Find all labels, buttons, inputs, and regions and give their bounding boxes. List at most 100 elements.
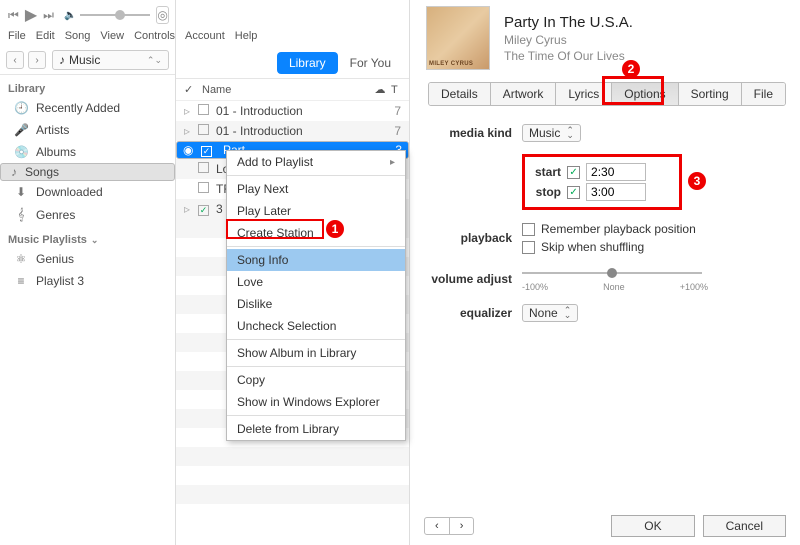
list-header: ✓ Name ☁ T — [176, 79, 409, 101]
left-sidebar-region: ⏮ ▶ ⏭ 🔈 ◎ File Edit Song View Controls A… — [0, 0, 176, 545]
annotation-badge-2: 2 — [622, 60, 640, 78]
sidebar-item-label: Downloaded — [36, 185, 103, 199]
skip-shuffling-checkbox[interactable] — [522, 241, 535, 254]
label-volume-adjust: volume adjust — [424, 272, 512, 286]
track-checkbox[interactable] — [198, 124, 209, 135]
sidebar-item-label: Artists — [36, 123, 69, 137]
header-name[interactable]: Name — [202, 84, 369, 96]
media-kind-select[interactable]: Music⌃⌄ — [522, 124, 581, 142]
chevron-down-icon: ⌄ — [91, 235, 99, 246]
disclosure-icon: ▹ — [184, 202, 198, 216]
start-time-input[interactable] — [586, 163, 646, 181]
sidebar-item-songs[interactable]: ♪Songs — [0, 163, 175, 181]
player-controls: ⏮ ▶ ⏭ 🔈 ◎ — [0, 0, 175, 28]
equalizer-select[interactable]: None⌃⌄ — [522, 304, 578, 322]
sidebar-item-recently-added[interactable]: 🕘 Recently Added — [0, 97, 175, 119]
ctx-add-to-playlist[interactable]: Add to Playlist▸ — [227, 151, 405, 173]
annotation-badge-1: 1 — [326, 220, 344, 238]
genius-icon: ⚛ — [14, 252, 28, 266]
track-row[interactable]: ▹01 - Introduction7 — [176, 121, 409, 141]
tab-details[interactable]: Details — [429, 83, 491, 105]
note-icon: ♪ — [7, 165, 21, 179]
header-check-icon[interactable]: ✓ — [184, 83, 202, 96]
info-tabs: Details Artwork Lyrics Options Sorting F… — [428, 82, 786, 106]
track-name: 01 - Introduction — [216, 124, 391, 138]
info-prev-button[interactable]: ‹ — [425, 518, 450, 534]
now-playing-icon: ◉ — [183, 143, 197, 157]
ctx-uncheck-selection[interactable]: Uncheck Selection — [227, 315, 405, 337]
start-checkbox[interactable]: ✓ — [567, 166, 580, 179]
sidebar-item-downloaded[interactable]: ⬇ Downloaded — [0, 181, 175, 203]
label-equalizer: equalizer — [424, 306, 512, 320]
track-checkbox[interactable] — [198, 182, 209, 193]
sidebar-section-playlists[interactable]: Music Playlists⌄ — [0, 226, 175, 248]
tab-file[interactable]: File — [742, 83, 785, 105]
annotation-highlight-3: start ✓ stop ✓ — [522, 154, 682, 210]
ctx-song-info[interactable]: Song Info — [227, 249, 405, 271]
clock-icon: 🕘 — [14, 101, 28, 115]
label-skip-shuffling: Skip when shuffling — [541, 240, 644, 254]
ctx-show-in-explorer[interactable]: Show in Windows Explorer — [227, 391, 405, 413]
track-checkbox[interactable] — [198, 104, 209, 115]
download-icon: ⬇ — [14, 185, 28, 199]
sidebar-item-playlist3[interactable]: ≡Playlist 3 — [0, 270, 175, 292]
music-note-icon: ♪ — [59, 53, 65, 67]
header-time[interactable]: T — [391, 84, 401, 96]
cancel-button[interactable]: Cancel — [703, 515, 786, 537]
track-row[interactable]: ▹01 - Introduction7 — [176, 101, 409, 121]
track-name: 01 - Introduction — [216, 104, 391, 118]
sidebar-item-artists[interactable]: 🎤Artists — [0, 119, 175, 141]
stop-time-input[interactable] — [586, 183, 646, 201]
sidebar-item-label: Genres — [36, 208, 75, 222]
ctx-love[interactable]: Love — [227, 271, 405, 293]
volume-adjust-slider[interactable] — [522, 272, 702, 274]
ctx-copy[interactable]: Copy — [227, 369, 405, 391]
source-selector[interactable]: ♪ Music ⌃⌄ — [52, 50, 169, 70]
sidebar-item-genres[interactable]: 𝄞Genres — [0, 203, 175, 226]
ctx-delete-from-library[interactable]: Delete from Library — [227, 418, 405, 440]
ctx-show-album[interactable]: Show Album in Library — [227, 342, 405, 364]
tab-sorting[interactable]: Sorting — [679, 83, 742, 105]
label-stop: stop — [529, 185, 561, 199]
menu-song[interactable]: Song — [65, 30, 91, 42]
volume-slider[interactable] — [80, 14, 150, 16]
ctx-play-next[interactable]: Play Next — [227, 178, 405, 200]
menu-view[interactable]: View — [100, 30, 124, 42]
sidebar-item-label: Recently Added — [36, 101, 120, 115]
list-icon: ≡ — [14, 274, 28, 288]
sidebar-item-albums[interactable]: 💿Albums — [0, 141, 175, 163]
airplay-icon[interactable]: ◎ — [156, 6, 168, 24]
remember-position-checkbox[interactable] — [522, 223, 535, 236]
menu-file[interactable]: File — [8, 30, 26, 42]
tab-for-you[interactable]: For You — [338, 52, 403, 74]
nav-back-button[interactable]: ‹ — [6, 51, 24, 69]
disclosure-icon: ▹ — [184, 124, 198, 138]
ctx-dislike[interactable]: Dislike — [227, 293, 405, 315]
track-checkbox[interactable]: ✓ — [198, 205, 209, 216]
play-button[interactable]: ▶ — [25, 6, 37, 24]
tab-options[interactable]: Options — [612, 83, 678, 105]
chevron-updown-icon: ⌃⌄ — [147, 55, 162, 66]
menu-bar: File Edit Song View Controls Account Hel… — [0, 28, 175, 46]
menu-edit[interactable]: Edit — [36, 30, 55, 42]
tab-lyrics[interactable]: Lyrics — [556, 83, 612, 105]
prev-button[interactable]: ⏮ — [8, 6, 19, 24]
song-list-region: Library For You ✓ Name ☁ T ▹01 - Introdu… — [176, 0, 410, 545]
tab-artwork[interactable]: Artwork — [491, 83, 557, 105]
ctx-create-station[interactable]: Create Station — [227, 222, 405, 244]
track-checkbox[interactable]: ✓ — [201, 146, 212, 157]
ok-button[interactable]: OK — [611, 515, 694, 537]
nav-fwd-button[interactable]: › — [28, 51, 46, 69]
ctx-play-later[interactable]: Play Later — [227, 200, 405, 222]
sidebar-item-label: Genius — [36, 252, 74, 266]
volume-icon: 🔈 — [64, 10, 76, 21]
stop-checkbox[interactable]: ✓ — [567, 186, 580, 199]
next-button[interactable]: ⏭ — [43, 6, 54, 24]
sidebar-item-genius[interactable]: ⚛ Genius — [0, 248, 175, 270]
track-checkbox[interactable] — [198, 162, 209, 173]
cloud-icon[interactable]: ☁ — [369, 83, 391, 96]
tab-library[interactable]: Library — [277, 52, 338, 74]
info-next-button[interactable]: › — [450, 518, 474, 534]
chevron-updown-icon: ⌃⌄ — [564, 308, 572, 318]
menu-controls[interactable]: Controls — [134, 30, 175, 42]
